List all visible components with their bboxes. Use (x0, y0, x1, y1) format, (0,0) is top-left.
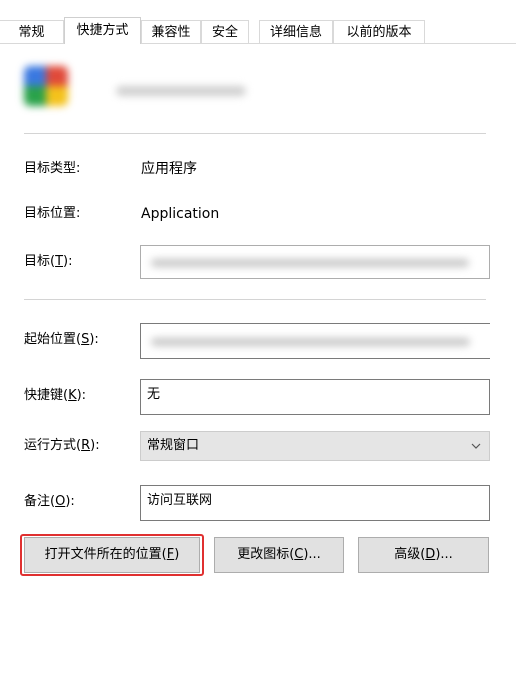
tab-security[interactable]: 安全 (201, 20, 249, 44)
comment-label: 备注(O): (24, 492, 75, 512)
start-in-label: 起始位置(S): (24, 330, 99, 350)
chevron-down-icon (469, 432, 483, 460)
shortcut-name (116, 86, 246, 96)
comment-field[interactable]: 访问互联网 (140, 485, 490, 521)
hotkey-field[interactable]: 无 (140, 379, 490, 415)
tab-shortcut[interactable]: 快捷方式 (64, 17, 141, 44)
run-select-value: 常规窗口 (147, 438, 199, 453)
run-select[interactable]: 常规窗口 (140, 431, 490, 461)
change-icon-button[interactable]: 更改图标(C)... (214, 537, 344, 573)
tab-bar: 常规 快捷方式 兼容性 安全 详细信息 以前的版本 (0, 0, 516, 44)
advanced-button[interactable]: 高级(D)... (358, 537, 489, 573)
hotkey-label: 快捷键(K): (24, 386, 86, 406)
divider (24, 299, 486, 300)
target-label: 目标(T): (24, 252, 72, 272)
start-in-field[interactable] (140, 323, 490, 359)
divider (24, 133, 486, 134)
tab-previous-versions[interactable]: 以前的版本 (333, 20, 425, 44)
run-label: 运行方式(R): (24, 436, 100, 456)
target-type-label: 目标类型: (24, 159, 80, 179)
open-file-location-button[interactable]: 打开文件所在的位置(F) (24, 537, 200, 573)
target-location-label: 目标位置: (24, 204, 80, 224)
target-field[interactable] (140, 245, 490, 279)
target-location-value: Application (141, 204, 219, 224)
app-icon (24, 66, 68, 106)
tab-compatibility[interactable]: 兼容性 (141, 20, 201, 44)
tab-details[interactable]: 详细信息 (259, 20, 333, 44)
target-type-value: 应用程序 (141, 159, 197, 179)
tab-general[interactable]: 常规 (0, 20, 64, 44)
